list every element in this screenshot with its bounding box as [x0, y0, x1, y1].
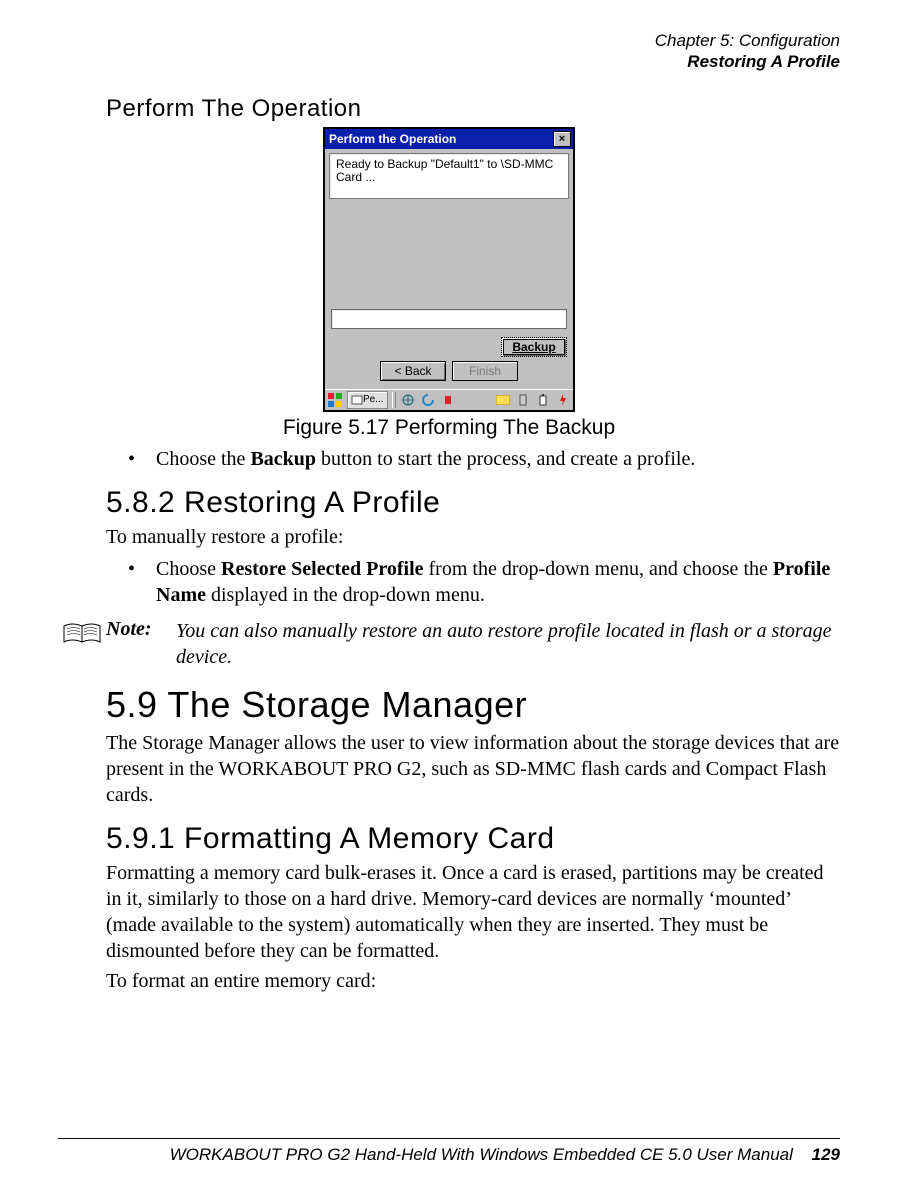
- header-chapter: Chapter 5: Configuration: [58, 30, 840, 51]
- taskbar-task[interactable]: Pe...: [347, 391, 388, 409]
- paragraph-format-b: To format an entire memory card:: [106, 968, 840, 994]
- figure-caption: Figure 5.17 Performing The Backup: [58, 416, 840, 440]
- bullet-1: • Choose the Backup button to start the …: [128, 446, 840, 472]
- note-label: Note:: [106, 618, 176, 641]
- taskbar: Pe...: [325, 389, 573, 410]
- heading-5-9-1: 5.9.1 Formatting A Memory Card: [106, 822, 840, 856]
- bullet-1-bold: Backup: [250, 448, 316, 470]
- bullet-2-mid: from the drop-down menu, and choose the: [424, 558, 773, 580]
- tray-alert-icon[interactable]: [440, 392, 456, 408]
- tray-battery-icon[interactable]: [535, 392, 551, 408]
- bullet-2-bold1: Restore Selected Profile: [221, 558, 424, 580]
- page: Chapter 5: Configuration Restoring A Pro…: [0, 0, 898, 1193]
- taskbar-task-label: Pe...: [363, 394, 384, 405]
- footer-text: WORKABOUT PRO G2 Hand-Held With Windows …: [170, 1145, 793, 1164]
- bullet-marker: •: [128, 556, 156, 608]
- heading-perform-operation: Perform The Operation: [106, 95, 840, 123]
- bullet-2-post: displayed in the drop-down menu.: [206, 584, 485, 606]
- backup-button[interactable]: Backup: [501, 337, 567, 357]
- dialog-message: Ready to Backup "Default1" to \SD-MMC Ca…: [329, 153, 569, 199]
- note-text: You can also manually restore an auto re…: [176, 618, 840, 670]
- tray-sync-icon[interactable]: [420, 392, 436, 408]
- heading-5-8-2: 5.8.2 Restoring A Profile: [106, 486, 840, 520]
- tray-network-icon[interactable]: [400, 392, 416, 408]
- bullet-2: • Choose Restore Selected Profile from t…: [128, 556, 840, 608]
- back-button[interactable]: < Back: [380, 361, 446, 381]
- bullet-marker: •: [128, 446, 156, 472]
- close-button[interactable]: ×: [553, 131, 571, 147]
- finish-button: Finish: [452, 361, 518, 381]
- dialog-perform-operation: Perform the Operation × Ready to Backup …: [323, 127, 575, 412]
- running-header: Chapter 5: Configuration Restoring A Pro…: [58, 30, 840, 73]
- note-icon: [58, 618, 106, 646]
- tray-power-icon[interactable]: [555, 392, 571, 408]
- bullet-2-pre: Choose: [156, 558, 221, 580]
- paragraph-format-a: Formatting a memory card bulk-erases it.…: [106, 860, 840, 964]
- bullet-1-post: button to start the process, and create …: [316, 448, 695, 470]
- heading-5-9: 5.9 The Storage Manager: [106, 684, 840, 726]
- paragraph-storage-manager: The Storage Manager allows the user to v…: [106, 730, 840, 808]
- footer-page-number: 129: [812, 1145, 840, 1164]
- bullet-1-pre: Choose the: [156, 448, 250, 470]
- footer: WORKABOUT PRO G2 Hand-Held With Windows …: [58, 1138, 840, 1165]
- start-icon[interactable]: [327, 392, 343, 408]
- paragraph-restore-intro: To manually restore a profile:: [106, 524, 840, 550]
- dialog-body: Ready to Backup "Default1" to \SD-MMC Ca…: [325, 149, 573, 389]
- tray-device-icon[interactable]: [515, 392, 531, 408]
- note-row: Note: You can also manually restore an a…: [58, 618, 840, 670]
- dialog-title: Perform the Operation: [327, 132, 553, 146]
- taskbar-divider: [392, 392, 396, 408]
- header-section: Restoring A Profile: [58, 51, 840, 72]
- progress-bar: [331, 309, 567, 329]
- tray-keyboard-icon[interactable]: [495, 392, 511, 408]
- dialog-titlebar: Perform the Operation ×: [325, 129, 573, 149]
- figure-container: Perform the Operation × Ready to Backup …: [58, 127, 840, 412]
- dialog-spacer: [329, 199, 569, 309]
